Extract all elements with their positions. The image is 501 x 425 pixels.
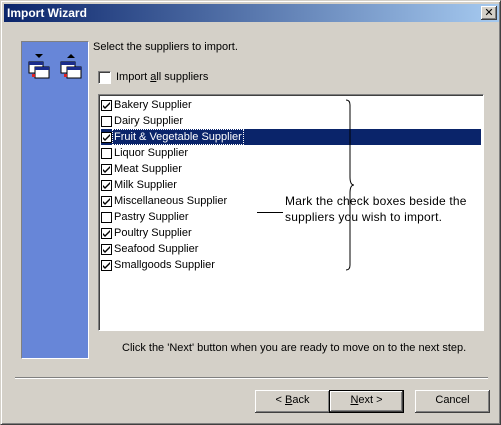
supplier-row[interactable]: Seafood Supplier: [101, 241, 481, 257]
supplier-checkbox[interactable]: [101, 227, 112, 239]
supplier-row[interactable]: Liquor Supplier: [101, 145, 481, 161]
supplier-label: Bakery Supplier: [114, 99, 192, 111]
supplier-checkbox[interactable]: [101, 131, 112, 143]
supplier-row[interactable]: Dairy Supplier: [101, 113, 481, 129]
checkmark-icon: [103, 133, 110, 141]
checkmark-icon: [103, 181, 110, 189]
supplier-checkbox[interactable]: [101, 163, 112, 175]
checkmark-icon: [103, 197, 110, 205]
supplier-list[interactable]: Bakery Supplier Dairy Supplier Fruit & Veg…: [98, 94, 484, 331]
supplier-checkbox[interactable]: [101, 147, 112, 159]
checkmark-icon: [103, 229, 110, 237]
supplier-checkbox[interactable]: [101, 115, 112, 127]
checkmark-icon: [103, 101, 110, 109]
supplier-label: Meat Supplier: [114, 163, 182, 175]
supplier-checkbox[interactable]: [101, 99, 112, 111]
instruction-text: Select the suppliers to import.: [93, 41, 238, 53]
cancel-button[interactable]: Cancel: [415, 390, 490, 413]
callout-line-2: suppliers you wish to import.: [285, 210, 443, 224]
import-all-checkbox[interactable]: Import all suppliers: [98, 70, 208, 84]
supplier-label: Milk Supplier: [114, 179, 177, 191]
back-button[interactable]: < Back: [255, 390, 330, 413]
supplier-row[interactable]: Poultry Supplier: [101, 225, 481, 241]
close-button[interactable]: ✕: [481, 6, 497, 20]
supplier-checkbox[interactable]: [101, 243, 112, 255]
title-bar[interactable]: Import Wizard ✕: [4, 4, 499, 22]
supplier-label: Pastry Supplier: [114, 211, 189, 223]
supplier-checkbox[interactable]: [101, 211, 112, 223]
callout-connector: [257, 212, 283, 213]
checkmark-icon: [103, 245, 110, 253]
checkmark-icon: [103, 261, 110, 269]
next-button[interactable]: Next >: [329, 390, 404, 413]
import-wizard-window: Import Wizard ✕ Select the suppliers to …: [0, 0, 501, 425]
callout-text: Mark the check boxes beside the supplier…: [285, 193, 467, 225]
checkmark-icon: [103, 165, 110, 173]
supplier-row[interactable]: Bakery Supplier: [101, 97, 481, 113]
import-all-checkbox-box[interactable]: [98, 70, 111, 84]
supplier-checkbox[interactable]: [101, 179, 112, 191]
supplier-label: Seafood Supplier: [114, 243, 199, 255]
callout-line-1: Mark the check boxes beside the: [285, 194, 467, 208]
next-step-hint: Click the 'Next' button when you are rea…: [122, 342, 467, 354]
supplier-label: Poultry Supplier: [114, 227, 192, 239]
footer-separator: [15, 377, 488, 379]
wizard-side-panel: [21, 41, 89, 359]
window-title: Import Wizard: [7, 6, 87, 20]
close-icon: ✕: [484, 6, 494, 19]
supplier-label: Miscellaneous Supplier: [114, 195, 228, 207]
import-suppliers-icon: [28, 54, 82, 79]
supplier-label: Liquor Supplier: [114, 147, 188, 159]
supplier-label: Fruit & Vegetable Supplier: [112, 129, 244, 145]
supplier-row[interactable]: Fruit & Vegetable Supplier: [101, 129, 481, 145]
supplier-row[interactable]: Meat Supplier: [101, 161, 481, 177]
supplier-label: Smallgoods Supplier: [114, 259, 215, 271]
supplier-checkbox[interactable]: [101, 259, 112, 271]
import-all-label[interactable]: Import all suppliers: [116, 71, 208, 83]
supplier-checkbox[interactable]: [101, 195, 112, 207]
supplier-row[interactable]: Milk Supplier: [101, 177, 481, 193]
supplier-row[interactable]: Smallgoods Supplier: [101, 257, 481, 273]
brace-bracket: [345, 99, 355, 271]
supplier-label: Dairy Supplier: [114, 115, 184, 127]
